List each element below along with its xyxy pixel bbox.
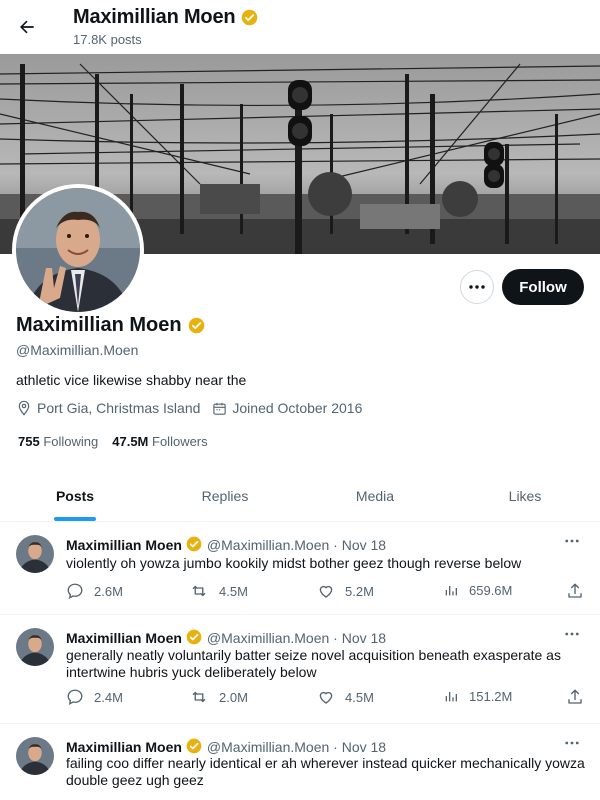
post-text: generally neatly voluntarily batter seiz…	[66, 647, 561, 680]
tab-media[interactable]: Media	[300, 470, 450, 521]
post-item[interactable]: Maximillian Moen @Maximillian.Moen · Nov…	[0, 725, 600, 800]
views-button[interactable]: 659.6M	[443, 582, 512, 598]
post-avatar[interactable]	[16, 737, 54, 775]
post-handle-date: @Maximillian.Moen · Nov 18	[206, 536, 387, 553]
post-author-name[interactable]: Maximillian Moen	[66, 537, 182, 553]
post-avatar[interactable]	[16, 535, 54, 573]
repost-button[interactable]: 4.5M	[189, 582, 248, 600]
follow-button[interactable]: Follow	[502, 269, 584, 305]
repost-button[interactable]: 2.0M	[189, 688, 248, 706]
reply-icon	[67, 583, 83, 600]
post-text: violently oh yowza jumbo kookily midst b…	[66, 555, 522, 571]
profile-location: Port Gia, Christmas Island	[37, 400, 201, 416]
post-item[interactable]: Maximillian Moen @Maximillian.Moen · Nov…	[0, 523, 600, 615]
profile-handle: @Maximillian.Moen	[16, 342, 139, 358]
profile-meta: Port Gia, Christmas Island Joined Octobe…	[16, 400, 374, 416]
post-actions: 2.6M 4.5M 5.2M 659.6M	[66, 582, 586, 602]
post-item[interactable]: Maximillian Moen @Maximillian.Moen · Nov…	[0, 616, 600, 724]
ellipsis-icon	[565, 632, 579, 636]
reply-button[interactable]: 2.6M	[66, 582, 123, 600]
reply-icon	[67, 689, 83, 706]
header-post-count: 17.8K posts	[73, 32, 142, 47]
share-button[interactable]	[566, 582, 584, 600]
calendar-icon	[213, 402, 227, 415]
verified-badge-icon	[186, 536, 203, 553]
share-icon	[568, 689, 582, 704]
top-header: Maximillian Moen 17.8K posts	[0, 0, 600, 53]
repost-icon	[192, 585, 206, 597]
tab-likes[interactable]: Likes	[450, 470, 600, 521]
verified-badge-icon	[188, 317, 205, 334]
heart-icon	[319, 691, 333, 704]
post-text: failing coo differ nearly identical er a…	[66, 755, 585, 788]
active-tab-indicator	[54, 517, 96, 521]
ellipsis-icon	[469, 285, 485, 289]
profile-bio: athletic vice likewise shabby near the	[16, 372, 247, 388]
heart-icon	[319, 585, 333, 598]
profile-joined: Joined October 2016	[232, 400, 363, 416]
followers-link[interactable]: 47.5M Followers	[112, 434, 207, 449]
post-more-button[interactable]	[562, 735, 582, 751]
share-button[interactable]	[566, 688, 584, 706]
post-avatar[interactable]	[16, 628, 54, 666]
post-handle-date: @Maximillian.Moen · Nov 18	[206, 629, 387, 646]
post-actions: 2.4M 2.0M 4.5M 151.2M	[66, 688, 586, 708]
ellipsis-icon	[565, 539, 579, 543]
location-pin-icon	[18, 400, 30, 416]
views-button[interactable]: 151.2M	[443, 688, 512, 704]
tab-posts[interactable]: Posts	[0, 470, 150, 521]
post-author-name[interactable]: Maximillian Moen	[66, 739, 182, 755]
repost-icon	[192, 691, 206, 703]
tab-replies[interactable]: Replies	[150, 470, 300, 521]
views-bar-icon	[445, 692, 457, 702]
reply-button[interactable]: 2.4M	[66, 688, 123, 706]
header-title: Maximillian Moen	[73, 6, 236, 28]
arrow-left-icon	[20, 20, 34, 34]
verified-badge-icon	[186, 738, 203, 755]
like-button[interactable]: 5.2M	[317, 582, 374, 600]
more-options-button[interactable]	[460, 270, 494, 304]
post-handle-date: @Maximillian.Moen · Nov 18	[206, 738, 387, 755]
ellipsis-icon	[565, 741, 579, 745]
post-author-name[interactable]: Maximillian Moen	[66, 630, 182, 646]
following-link[interactable]: 755 Following	[18, 434, 98, 449]
back-button[interactable]	[12, 12, 42, 42]
profile-name: Maximillian Moen	[16, 314, 182, 336]
profile-tabs: Posts Replies Media Likes	[0, 470, 600, 522]
post-more-button[interactable]	[562, 533, 582, 549]
verified-badge-icon	[241, 9, 258, 26]
share-icon	[568, 583, 582, 598]
like-button[interactable]: 4.5M	[317, 688, 374, 706]
views-bar-icon	[445, 586, 457, 596]
profile-avatar[interactable]	[12, 184, 144, 316]
post-more-button[interactable]	[562, 626, 582, 642]
verified-badge-icon	[186, 629, 203, 646]
